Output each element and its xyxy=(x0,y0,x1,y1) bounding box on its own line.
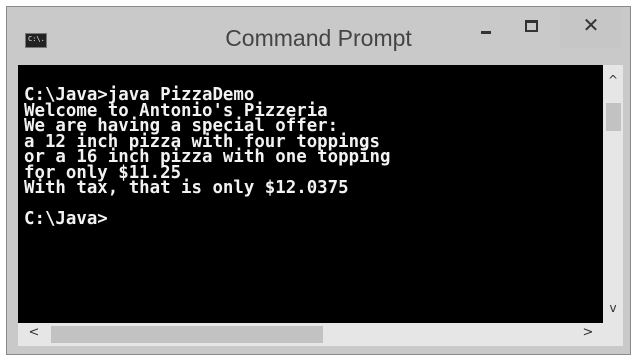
maximize-button[interactable] xyxy=(509,7,555,48)
maximize-icon xyxy=(525,20,538,32)
scroll-right-arrow-icon[interactable]: > xyxy=(578,325,598,340)
scroll-up-arrow-icon[interactable]: ^ xyxy=(603,73,623,87)
scrollbar-corner xyxy=(603,323,623,346)
vertical-scroll-thumb[interactable] xyxy=(606,103,621,131)
title-bar[interactable]: C:\. Command Prompt ✕ xyxy=(7,7,630,65)
scroll-left-arrow-icon[interactable]: < xyxy=(24,325,44,340)
console-text: C:\Java>java PizzaDemo Welcome to Antoni… xyxy=(24,85,391,229)
horizontal-scroll-thumb[interactable] xyxy=(51,326,323,343)
console-output[interactable]: C:\Java>java PizzaDemo Welcome to Antoni… xyxy=(18,65,603,323)
close-button[interactable]: ✕ xyxy=(560,7,622,48)
close-icon: ✕ xyxy=(582,13,600,37)
minimize-button[interactable] xyxy=(463,7,509,48)
scroll-down-arrow-icon[interactable]: v xyxy=(603,301,623,315)
minimize-icon xyxy=(481,31,491,34)
vertical-scrollbar[interactable]: ^ v xyxy=(603,65,623,323)
command-prompt-window: C:\. Command Prompt ✕ C:\Java>java Pizza… xyxy=(6,6,631,355)
horizontal-scrollbar[interactable]: < > xyxy=(18,323,603,346)
